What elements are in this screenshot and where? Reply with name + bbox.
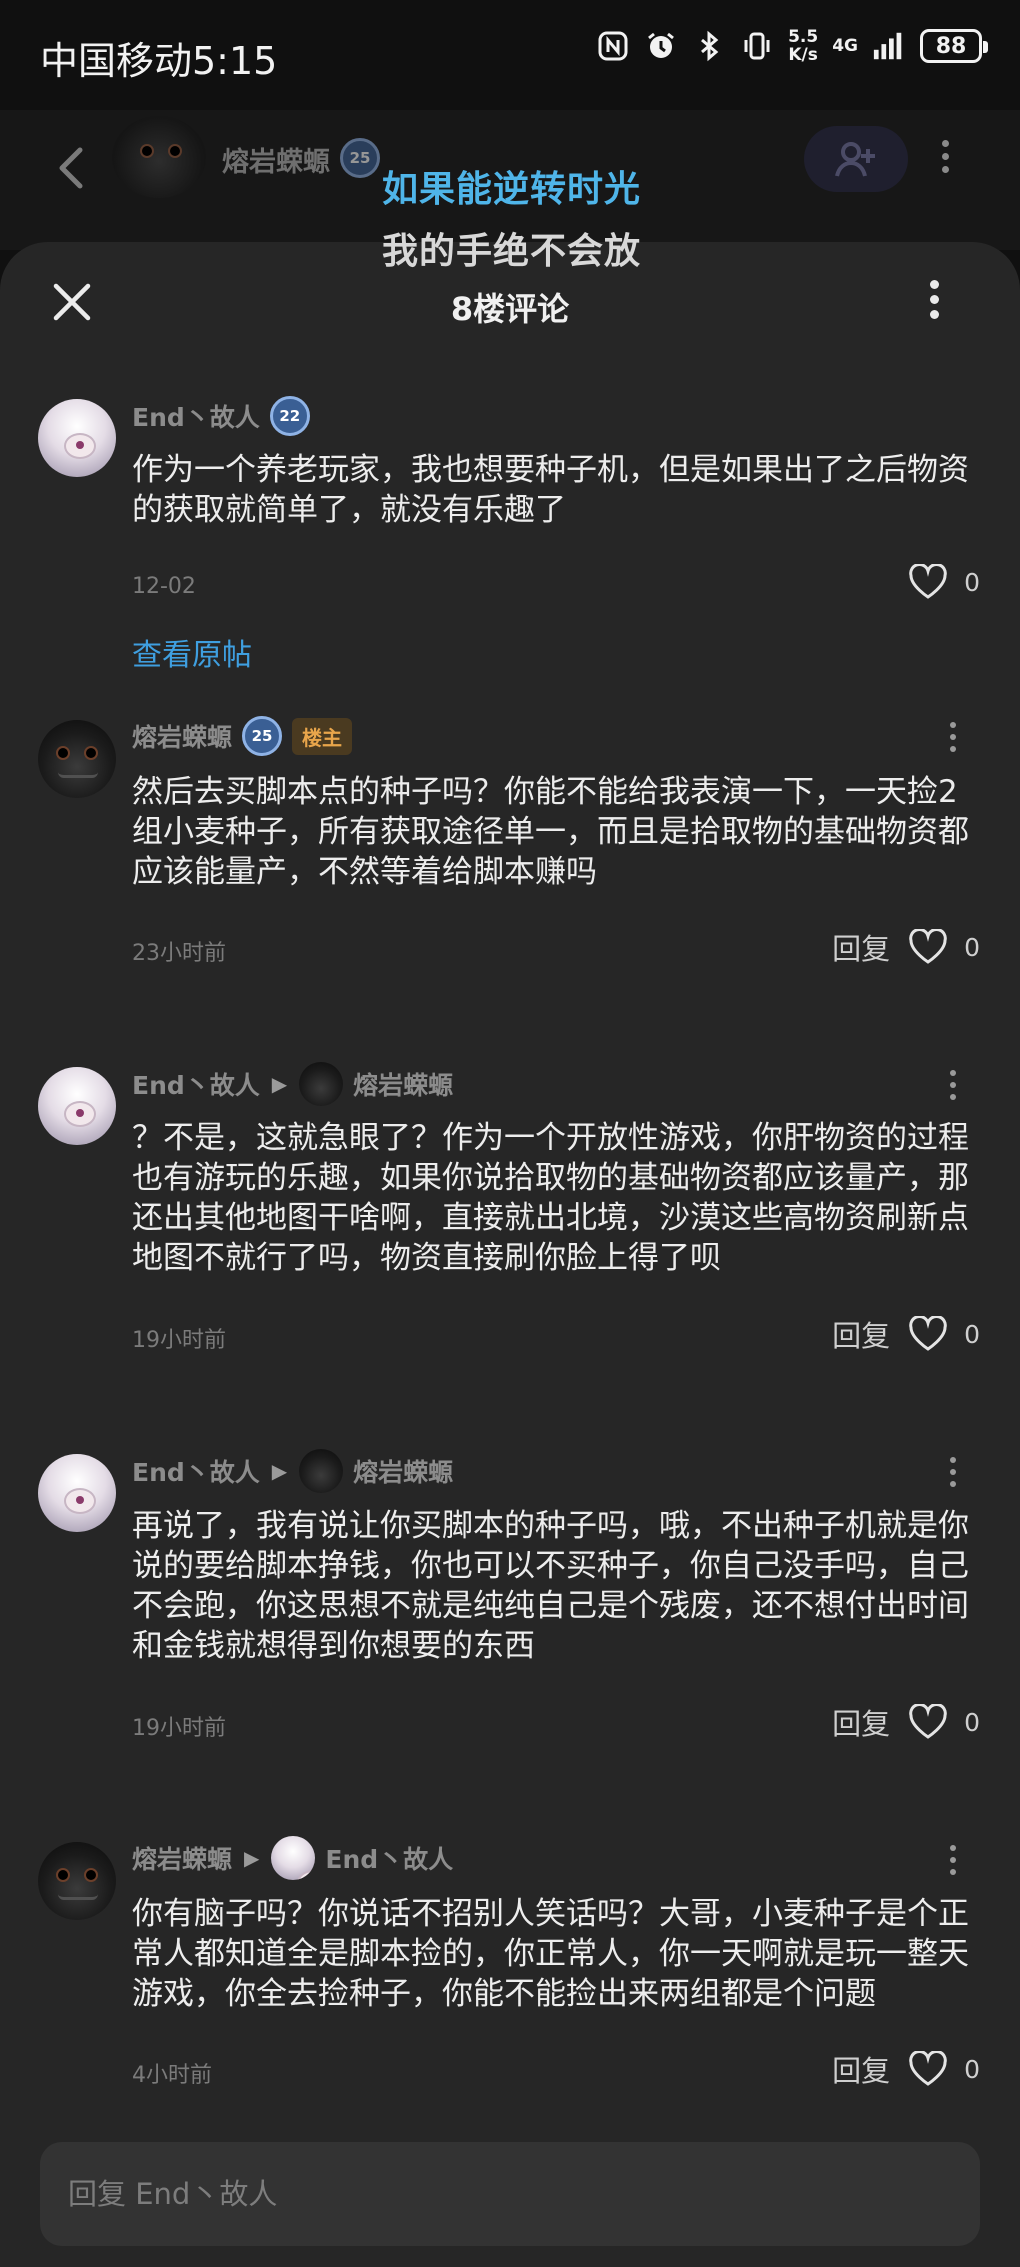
reply-button[interactable]: 回复 [832, 1313, 890, 1355]
network-type: 4G [832, 36, 858, 56]
avatar[interactable] [38, 1454, 116, 1532]
heart-icon[interactable] [908, 2051, 948, 2087]
lyric-line-2: 我的手绝不会放 [382, 231, 642, 272]
comment-author[interactable]: End丶故人 [132, 1453, 260, 1489]
level-badge: 25 [340, 138, 380, 178]
comment-more-button[interactable] [950, 722, 956, 752]
status-icons: 5.5 K/s 4G 88 [596, 27, 988, 65]
comment-header: End丶故人 ▶ 熔岩蝾螈 [132, 1060, 453, 1108]
comment-time: 12-02 [132, 574, 196, 599]
heart-icon[interactable] [908, 929, 948, 965]
comment-actions: 0 [908, 564, 980, 600]
avatar[interactable] [38, 720, 116, 798]
comment-header: End丶故人 ▶ 熔岩蝾螈 [132, 1447, 453, 1495]
nfc-icon [596, 29, 630, 63]
comment-author[interactable]: End丶故人 [132, 1066, 260, 1102]
comment-actions: 回复 0 [832, 926, 980, 968]
comment-actions: 回复 0 [832, 1701, 980, 1743]
comment-header: 熔岩蝾螈 ▶ End丶故人 [132, 1834, 453, 1882]
lyric-line-1: 如果能逆转时光 [382, 169, 642, 210]
comment-text: 你有脑子吗？你说话不招别人笑话吗？大哥，小麦种子是个正常人都知道全是脚本捡的，你… [132, 1896, 969, 2012]
level-badge: 25 [242, 716, 283, 756]
comment-actions: 回复 0 [832, 2048, 980, 2090]
op-tag: 楼主 [292, 717, 353, 755]
comment-text: 然后去买脚本点的种子吗？你能不能给我表演一下，一天捡2组小麦种子，所有获取途径单… [132, 774, 969, 890]
reply-button[interactable]: 回复 [832, 1701, 890, 1743]
comment-header: 熔岩蝾螈 25 楼主 [132, 712, 353, 760]
post-author-avatar[interactable] [112, 116, 206, 198]
follow-button[interactable] [804, 126, 908, 192]
avatar[interactable] [38, 399, 116, 477]
reply-target-avatar [271, 1836, 316, 1880]
like-count: 0 [964, 2054, 980, 2084]
carrier-time: 中国移动5:15 [40, 39, 278, 83]
like-count: 0 [964, 567, 980, 597]
heart-icon[interactable] [908, 564, 948, 600]
battery-icon: 88 [920, 29, 988, 63]
avatar[interactable] [38, 1842, 116, 1920]
bluetooth-icon [692, 29, 726, 63]
comment-sheet: 8楼评论 End丶故人 22 作为一个养老玩家，我也想要种子机，但是如果出了之后… [0, 242, 1020, 2267]
comment-text: 再说了，我有说让你买脚本的种子吗，哦，不出种子机就是你说的要给脚本挣钱，你也可以… [132, 1508, 969, 1664]
sheet-title: 8楼评论 [450, 290, 570, 328]
back-button[interactable] [50, 138, 100, 198]
sheet-more-button[interactable] [930, 280, 939, 319]
comment-more-button[interactable] [950, 1457, 956, 1487]
comment-actions: 回复 0 [832, 1313, 980, 1355]
reply-button[interactable]: 回复 [832, 926, 890, 968]
avatar[interactable] [38, 1067, 116, 1145]
reply-button[interactable]: 回复 [832, 2048, 890, 2090]
comment-author[interactable]: End丶故人 [132, 398, 260, 434]
reply-input[interactable] [68, 2177, 980, 2211]
chevron-left-icon [59, 147, 83, 189]
reply-target-name[interactable]: 熔岩蝾螈 [353, 1066, 453, 1102]
add-user-icon [835, 142, 875, 177]
comment-time: 23小时前 [132, 941, 226, 966]
reply-target-avatar [299, 1062, 344, 1106]
reply-arrow-icon: ▶ [244, 1846, 260, 1870]
signal-icon [872, 29, 906, 63]
comment-time: 19小时前 [132, 1716, 226, 1741]
comment-more-button[interactable] [950, 1845, 956, 1875]
post-author-name[interactable]: 熔岩蝾螈 [222, 140, 330, 179]
heart-icon[interactable] [908, 1316, 948, 1352]
reply-input-bar[interactable] [40, 2142, 980, 2246]
comment-text: ？不是，这就急眼了？作为一个开放性游戏，你肝物资的过程也有游玩的乐趣，如果你说拾… [132, 1120, 969, 1276]
reply-target-name[interactable]: End丶故人 [325, 1840, 453, 1876]
post-more-button[interactable] [942, 140, 949, 173]
net-speed: 5.5 K/s [788, 27, 819, 65]
like-count: 0 [964, 1707, 980, 1737]
vibrate-icon [740, 29, 774, 63]
comment-time: 19小时前 [132, 1328, 226, 1353]
like-count: 0 [964, 932, 980, 962]
level-badge: 22 [269, 396, 310, 436]
comment-more-button[interactable] [950, 1070, 956, 1100]
comment-time: 4小时前 [132, 2063, 212, 2088]
comment-author[interactable]: 熔岩蝾螈 [132, 718, 232, 754]
view-original-link[interactable]: 查看原帖 [132, 630, 252, 674]
alarm-icon [644, 29, 678, 63]
comment-text: 作为一个养老玩家，我也想要种子机，但是如果出了之后物资的获取就简单了，就没有乐趣… [132, 452, 969, 528]
reply-target-name[interactable]: 熔岩蝾螈 [353, 1453, 453, 1489]
reply-arrow-icon: ▶ [271, 1459, 288, 1483]
comment-header: End丶故人 22 [132, 392, 310, 440]
heart-icon[interactable] [908, 1704, 948, 1740]
reply-target-avatar [299, 1449, 344, 1493]
status-bar: 中国移动5:15 5.5 K/s 4G 88 [0, 0, 1020, 110]
comment-author[interactable]: 熔岩蝾螈 [132, 1840, 232, 1876]
reply-arrow-icon: ▶ [271, 1072, 288, 1096]
like-count: 0 [964, 1319, 980, 1349]
